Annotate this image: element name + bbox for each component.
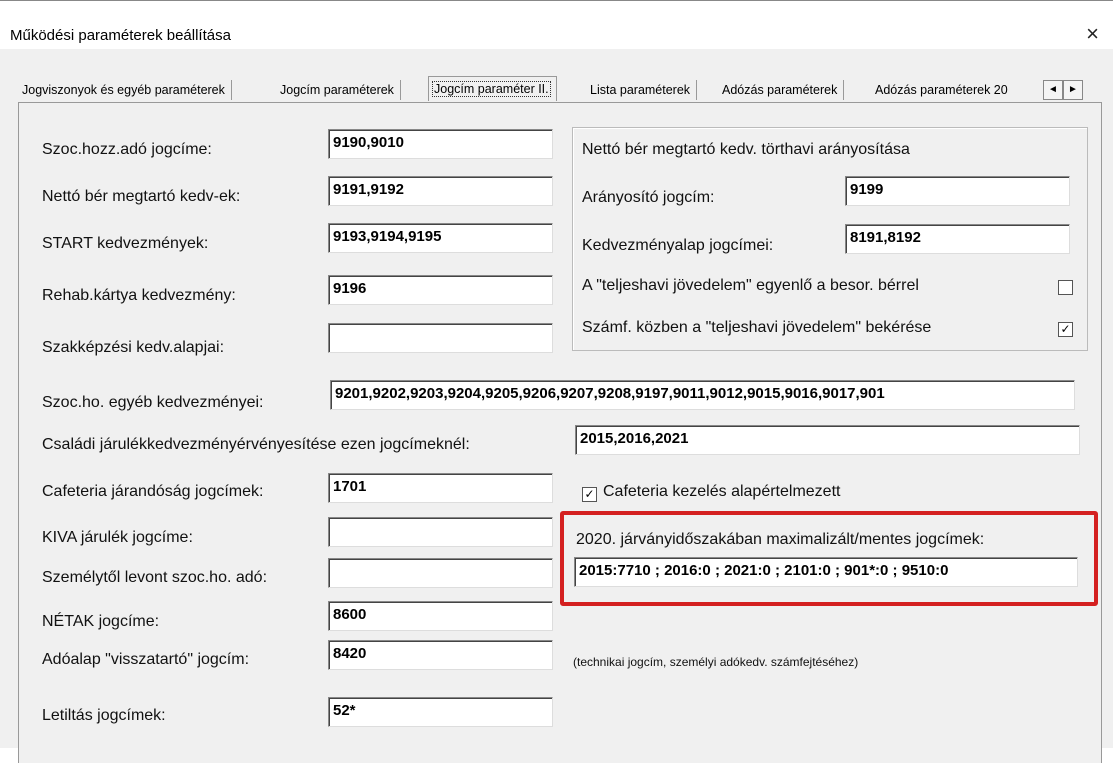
- adoalap-input[interactable]: 8420: [328, 640, 553, 670]
- kiva-input[interactable]: [328, 517, 553, 547]
- cafeteria-label: Cafeteria járandóság jogcímek:: [42, 483, 264, 500]
- rehab-label: Rehab.kártya kedvezmény:: [42, 287, 236, 304]
- szoc-egyeb-input[interactable]: 9201,9202,9203,9204,9205,9206,9207,9208,…: [330, 380, 1075, 410]
- csaladi-label: Családi járulékkedvezményérvényesítése e…: [42, 436, 470, 453]
- kedv-alap-input[interactable]: 8191,8192: [845, 224, 1070, 254]
- kiva-label: KIVA járulék jogcíme:: [42, 529, 193, 546]
- start-label: START kedvezmények:: [42, 235, 209, 252]
- start-input[interactable]: 9193,9194,9195: [328, 223, 553, 253]
- jarvany-input[interactable]: 2015:7710 ; 2016:0 ; 2021:0 ; 2101:0 ; 9…: [574, 557, 1078, 587]
- szakkepzesi-label: Szakképzési kedv.alapjai:: [42, 339, 225, 356]
- szemelytol-input[interactable]: [328, 558, 553, 588]
- jarvany-label: 2020. járványidőszakában maximalizált/me…: [576, 531, 985, 548]
- szoc-hozz-input[interactable]: 9190,9010: [328, 129, 553, 159]
- cafeteria-input[interactable]: 1701: [328, 473, 553, 503]
- tab-lista-parameterek[interactable]: Lista paraméterek: [586, 80, 698, 100]
- tab-strip: Jogviszonyok és egyéb paraméterek Jogcím…: [18, 76, 1100, 102]
- kedv-alap-label: Kedvezményalap jogcímei:: [582, 237, 774, 254]
- letiltas-input[interactable]: 52*: [328, 697, 553, 727]
- netak-label: NÉTAK jogcíme:: [42, 613, 160, 630]
- teljeshavi-bekeres-label: Számf. közben a "teljeshavi jövedelem" b…: [582, 319, 932, 336]
- tab-scroll-right-icon[interactable]: ►: [1063, 80, 1083, 100]
- netak-input[interactable]: 8600: [328, 601, 553, 631]
- csaladi-input[interactable]: 2015,2016,2021: [575, 425, 1080, 455]
- group-title: Nettó bér megtartó kedv. törthavi arányo…: [582, 141, 910, 158]
- letiltas-label: Letiltás jogcímek:: [42, 707, 166, 724]
- teljeshavi-egyenlo-checkbox[interactable]: [1058, 280, 1073, 295]
- close-icon[interactable]: ×: [1086, 21, 1099, 47]
- tab-jogcim-parameterek[interactable]: Jogcím paraméterek: [276, 80, 401, 100]
- netto-ber-input[interactable]: 9191,9192: [328, 176, 553, 206]
- tab-adozas-parameterek-20[interactable]: Adózás paraméterek 20: [871, 80, 1014, 100]
- tab-jogviszonyok[interactable]: Jogviszonyok és egyéb paraméterek: [18, 80, 232, 100]
- szoc-egyeb-label: Szoc.ho. egyéb kedvezményei:: [42, 394, 264, 411]
- tab-scroll-left-icon[interactable]: ◄: [1043, 80, 1063, 100]
- cafeteria-default-checkbox[interactable]: ✓: [582, 487, 597, 502]
- tab-adozas-parameterek[interactable]: Adózás paraméterek: [718, 80, 845, 100]
- netto-ber-label: Nettó bér megtartó kedv-ek:: [42, 188, 241, 205]
- rehab-input[interactable]: 9196: [328, 275, 553, 305]
- aranyosito-label: Arányosító jogcím:: [582, 189, 715, 206]
- dialog-window: Működési paraméterek beállítása × Jogvis…: [0, 0, 1113, 763]
- adoalap-label: Adóalap "visszatartó" jogcím:: [42, 651, 250, 668]
- window-title: Működési paraméterek beállítása: [10, 27, 231, 44]
- teljeshavi-egyenlo-label: A "teljeshavi jövedelem" egyenlő a besor…: [582, 277, 919, 294]
- teljeshavi-bekeres-checkbox[interactable]: ✓: [1058, 322, 1073, 337]
- szemelytol-label: Személytől levont szoc.ho. adó:: [42, 569, 268, 586]
- title-bar: Működési paraméterek beállítása ×: [0, 1, 1113, 49]
- cafeteria-default-label: Cafeteria kezelés alapértelmezett: [603, 483, 841, 500]
- technikai-note: (technikai jogcím, személyi adókedv. szá…: [573, 655, 859, 669]
- aranyosito-input[interactable]: 9199: [845, 176, 1070, 206]
- tab-label: Jogcím paraméter II.: [432, 81, 551, 97]
- szakkepzesi-input[interactable]: [328, 323, 553, 353]
- szoc-hozz-label: Szoc.hozz.adó jogcíme:: [42, 141, 212, 158]
- tab-jogcim-parameter-2[interactable]: Jogcím paraméter II.: [428, 76, 557, 101]
